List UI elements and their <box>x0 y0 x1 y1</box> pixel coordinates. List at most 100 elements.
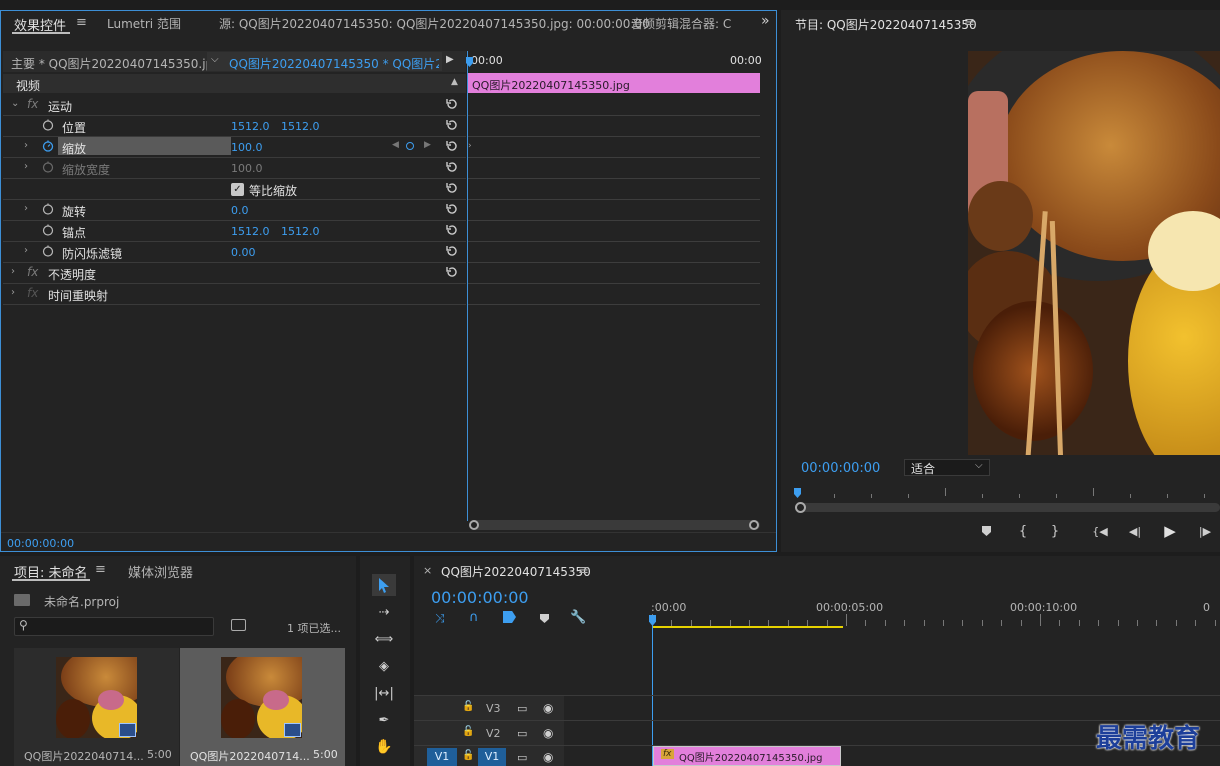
stopwatch-icon[interactable] <box>42 224 54 236</box>
program-scroll-handle[interactable] <box>795 502 806 513</box>
watermark-text: 最需教育 <box>1096 724 1201 754</box>
mark-in-button[interactable]: { <box>1013 521 1033 541</box>
track-select-tool-icon[interactable]: ⇢ <box>372 601 396 623</box>
anchor-x-value[interactable]: 1512.0 <box>231 225 270 238</box>
timeline-timecode[interactable]: 00:00:00:00 <box>431 588 529 607</box>
add-marker-button[interactable] <box>976 521 996 541</box>
reset-icon[interactable] <box>445 97 459 111</box>
track-name-v3[interactable]: V3 <box>486 702 501 715</box>
razor-tool-icon[interactable]: ◈ <box>372 655 396 677</box>
eye-icon[interactable]: ◉ <box>543 726 553 740</box>
reset-icon[interactable] <box>445 181 459 195</box>
eye-icon[interactable]: ◉ <box>543 701 553 715</box>
stopwatch-disabled-icon <box>42 161 54 173</box>
stopwatch-icon[interactable] <box>42 119 54 131</box>
tab-lumetri[interactable]: Lumetri 范围 <box>107 15 181 32</box>
sync-lock-icon[interactable]: ▭ <box>517 751 527 764</box>
tab-audio-mixer[interactable]: 音频剪辑混合器: C <box>631 15 741 32</box>
wrench-icon[interactable]: 🔧 <box>570 610 586 625</box>
new-bin-from-search-icon[interactable] <box>231 619 246 631</box>
prev-keyframe-icon[interactable]: ◀ <box>392 140 399 150</box>
panel-menu-icon[interactable]: ≡ <box>578 563 589 578</box>
search-input[interactable] <box>14 617 214 636</box>
mini-timeline-scrollbar[interactable] <box>470 520 760 530</box>
panel-menu-icon[interactable]: ≡ <box>964 15 975 30</box>
row-divider <box>468 199 760 200</box>
stopwatch-active-icon[interactable] <box>42 140 54 152</box>
hand-tool-icon[interactable]: ✋ <box>372 736 396 758</box>
stopwatch-icon[interactable] <box>42 245 54 257</box>
flicker-value[interactable]: 0.00 <box>231 246 256 259</box>
scale-value[interactable]: 100.0 <box>231 141 263 154</box>
panel-menu-icon[interactable]: ≡ <box>95 562 106 577</box>
row-divider <box>3 220 466 221</box>
work-area-bar[interactable] <box>652 626 843 628</box>
row-divider <box>468 178 760 179</box>
step-back-button[interactable]: ◀| <box>1125 521 1145 541</box>
program-scrollbar[interactable] <box>796 503 1220 512</box>
position-y-value[interactable]: 1512.0 <box>281 120 320 133</box>
snap-icon[interactable]: ⤨ <box>435 611 445 626</box>
reset-icon[interactable] <box>445 265 459 279</box>
reset-icon[interactable] <box>445 139 459 153</box>
program-timecode[interactable]: 00:00:00:00 <box>801 461 880 476</box>
mark-out-button[interactable]: } <box>1045 521 1065 541</box>
lock-icon[interactable]: 🔓 <box>462 726 474 737</box>
go-to-in-button[interactable]: {◀ <box>1090 521 1110 541</box>
timeline-ruler[interactable] <box>650 596 1220 630</box>
program-time-ruler[interactable] <box>790 485 1220 501</box>
ruler-tick <box>1195 620 1196 626</box>
reset-icon[interactable] <box>445 223 459 237</box>
master-label[interactable]: 主要 * QQ图片20220407145350.jpg <box>11 55 221 72</box>
chevron-right-icon[interactable]: › <box>24 161 28 172</box>
tab-source[interactable]: 源: QQ图片20220407145350: QQ图片2022040714535… <box>219 15 650 32</box>
sync-lock-icon[interactable]: ▭ <box>517 727 527 740</box>
panel-menu-icon[interactable]: ≡ <box>76 15 87 30</box>
tab-media-browser[interactable]: 媒体浏览器 <box>128 562 193 581</box>
uniform-scale-checkbox[interactable]: ✓ <box>231 183 244 196</box>
fx-badge-icon: fx <box>661 749 674 759</box>
program-frame-image[interactable] <box>968 51 1220 455</box>
reset-icon[interactable] <box>445 160 459 174</box>
scroll-handle-right[interactable] <box>749 520 759 530</box>
anchor-y-value[interactable]: 1512.0 <box>281 225 320 238</box>
rotation-value[interactable]: 0.0 <box>231 204 249 217</box>
add-keyframe-icon[interactable] <box>406 142 414 150</box>
chevron-right-icon[interactable]: › <box>24 203 28 214</box>
program-monitor-title[interactable]: 节目: QQ图片20220407145350 <box>795 16 977 33</box>
play-button[interactable]: ▶ <box>1160 521 1180 541</box>
ripple-edit-tool-icon[interactable]: ⟺ <box>372 628 396 650</box>
source-patch-v1[interactable]: V1 <box>427 748 457 766</box>
chevron-right-icon[interactable]: › <box>24 245 28 256</box>
collapse-up-icon[interactable]: ▲ <box>451 77 458 87</box>
magnet-icon[interactable]: ∩ <box>469 610 479 625</box>
close-sequence-icon[interactable]: × <box>423 564 432 577</box>
step-forward-button[interactable]: |▶ <box>1195 521 1215 541</box>
reset-icon[interactable] <box>445 118 459 132</box>
chevron-expanded-icon[interactable]: ⌄ <box>11 98 19 109</box>
sequence-tab[interactable]: QQ图片20220407145350 <box>441 563 591 580</box>
chevron-right-icon[interactable]: › <box>11 266 15 277</box>
ruler-label: :00:00 <box>651 601 687 614</box>
chevron-right-icon[interactable]: › <box>24 140 28 151</box>
stopwatch-icon[interactable] <box>42 203 54 215</box>
position-x-value[interactable]: 1512.0 <box>231 120 270 133</box>
scroll-handle-left[interactable] <box>469 520 479 530</box>
more-tabs-icon[interactable]: » <box>761 13 770 29</box>
show-timeline-button[interactable]: ▶ <box>446 54 454 65</box>
reset-icon[interactable] <box>445 244 459 258</box>
selection-tool-icon[interactable] <box>372 574 396 596</box>
sync-lock-icon[interactable]: ▭ <box>517 702 527 715</box>
eye-icon[interactable]: ◉ <box>543 750 553 764</box>
reset-icon[interactable] <box>445 202 459 216</box>
lock-icon[interactable]: 🔓 <box>462 750 474 761</box>
pen-tool-icon[interactable]: ✒ <box>372 709 396 731</box>
slip-tool-icon[interactable]: |↔| <box>372 682 396 704</box>
add-marker-icon[interactable] <box>540 613 549 627</box>
row-divider <box>3 283 466 284</box>
chevron-right-icon[interactable]: › <box>11 287 15 298</box>
track-name-v1[interactable]: V1 <box>478 748 506 766</box>
track-name-v2[interactable]: V2 <box>486 727 501 740</box>
next-keyframe-icon[interactable]: ▶ <box>424 140 431 150</box>
lock-icon[interactable]: 🔓 <box>462 701 474 712</box>
